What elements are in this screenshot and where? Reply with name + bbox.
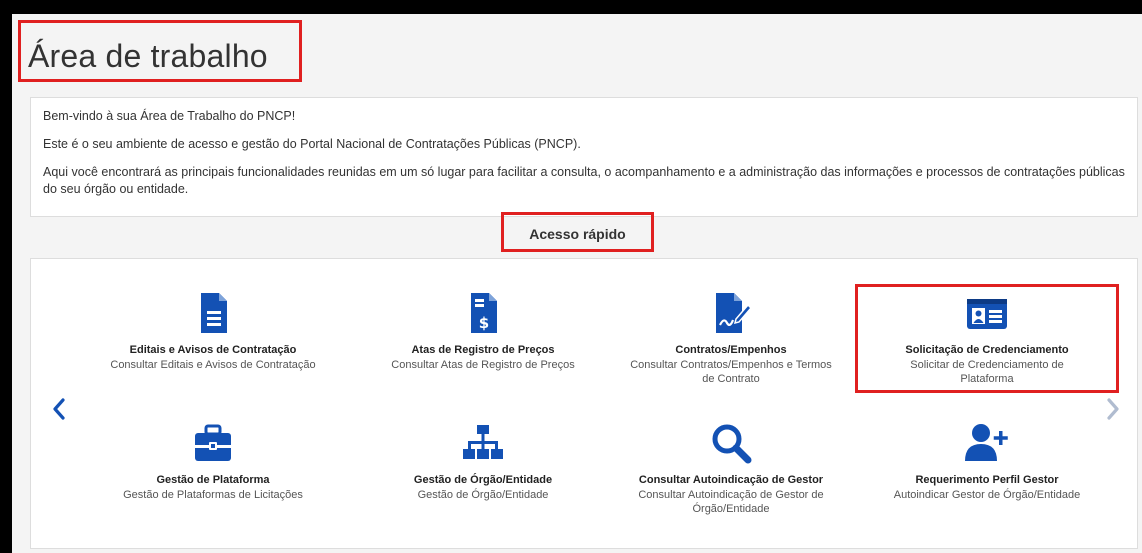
- card-description: Gestão de Plataformas de Licitações: [123, 489, 303, 501]
- card-title: Requerimento Perfil Gestor: [915, 474, 1059, 486]
- card-description: Autoindicar Gestor de Órgão/Entidade: [893, 489, 1081, 501]
- page-title: Área de trabalho: [28, 38, 268, 74]
- briefcase-icon: [88, 421, 338, 465]
- card-title: Consultar Autoindicação de Gestor: [638, 474, 824, 486]
- welcome-panel: Bem-vindo à sua Área de Trabalho do PNCP…: [30, 97, 1138, 217]
- document-icon: [88, 291, 338, 335]
- org-chart-icon: [358, 421, 608, 465]
- card-description: Consultar Contratos/Empenhos e Termos de…: [630, 359, 832, 385]
- search-icon: [606, 421, 856, 465]
- card-description: Consultar Editais e Avisos de Contrataçã…: [110, 359, 316, 371]
- quick-access-carousel: Editais e Avisos de Contratação Consulta…: [30, 258, 1138, 549]
- card-gestao-orgao[interactable]: Gestão de Órgão/Entidade Gestão de Órgão…: [358, 421, 608, 502]
- card-contratos[interactable]: Contratos/Empenhos Consultar Contratos/E…: [606, 291, 856, 386]
- price-document-icon: $: [358, 291, 608, 335]
- workspace-page: Área de trabalho Bem-vindo à sua Área de…: [12, 14, 1142, 553]
- card-consultar-autoindicacao[interactable]: Consultar Autoindicação de Gestor Consul…: [606, 421, 856, 516]
- card-gestao-plataforma[interactable]: Gestão de Plataforma Gestão de Plataform…: [88, 421, 338, 502]
- card-description: Gestão de Órgão/Entidade: [417, 489, 549, 501]
- contract-sign-icon: [606, 291, 856, 335]
- quick-access-title-highlight: Acesso rápido: [501, 212, 654, 252]
- card-title: Editais e Avisos de Contratação: [129, 344, 297, 356]
- carousel-prev-button[interactable]: [51, 398, 67, 420]
- credenciamento-highlight: [855, 284, 1119, 393]
- card-title: Gestão de Plataforma: [156, 474, 270, 486]
- card-requerimento-perfil-gestor[interactable]: Requerimento Perfil Gestor Autoindicar G…: [862, 421, 1112, 502]
- carousel-next-button[interactable]: [1105, 398, 1121, 420]
- card-editais[interactable]: Editais e Avisos de Contratação Consulta…: [88, 291, 338, 372]
- welcome-line-1: Bem-vindo à sua Área de Trabalho do PNCP…: [43, 109, 296, 123]
- card-description: Consultar Atas de Registro de Preços: [391, 359, 575, 371]
- chevron-left-icon: [53, 398, 65, 420]
- card-description: Consultar Autoindicação de Gestor de Órg…: [638, 489, 824, 515]
- card-title: Gestão de Órgão/Entidade: [413, 474, 553, 486]
- card-title: Contratos/Empenhos: [675, 344, 787, 356]
- svg-text:$: $: [479, 314, 489, 332]
- card-atas[interactable]: $ Atas de Registro de Preços Consultar A…: [358, 291, 608, 372]
- welcome-line-3: Aqui você encontrará as principais funci…: [43, 165, 1125, 196]
- quick-access-title: Acesso rápido: [529, 226, 626, 242]
- user-add-icon: [862, 421, 1112, 465]
- chevron-right-icon: [1107, 398, 1119, 420]
- welcome-line-2: Este é o seu ambiente de acesso e gestão…: [43, 137, 581, 151]
- card-title: Atas de Registro de Preços: [411, 344, 555, 356]
